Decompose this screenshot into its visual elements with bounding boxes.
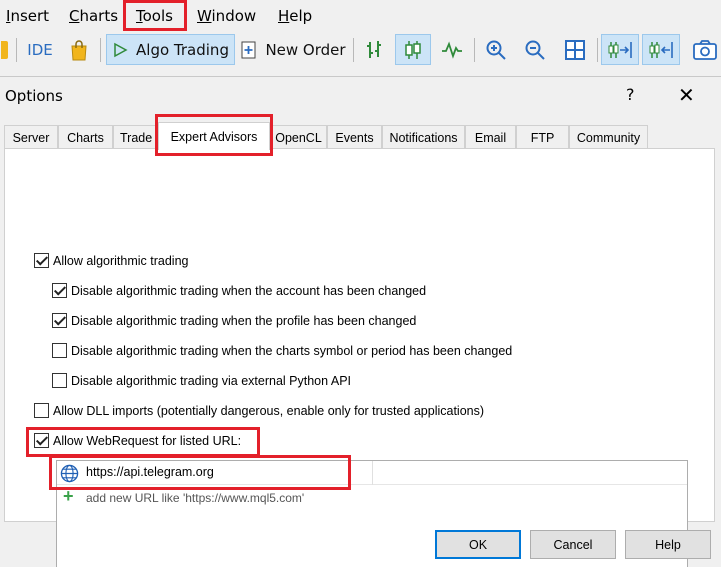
menu-help[interactable]: Help	[278, 7, 312, 25]
market-button[interactable]	[64, 34, 94, 65]
bar-chart-icon	[367, 40, 381, 58]
new-order-label: New Order	[265, 40, 346, 59]
toolbar-separator	[597, 38, 598, 62]
disable-python-api-checkbox[interactable]	[52, 373, 67, 388]
menu-help-mnemonic: H	[278, 7, 290, 25]
menu-tools[interactable]: Tools	[136, 7, 173, 25]
allow-webrequest-option[interactable]: Allow WebRequest for listed URL:	[34, 433, 241, 448]
tab-community[interactable]: Community	[569, 125, 648, 149]
screenshot-button[interactable]	[692, 34, 721, 65]
menu-charts-label: harts	[79, 7, 119, 25]
new-order-button[interactable]: New Order	[239, 34, 347, 65]
toolbar-separator	[474, 38, 475, 62]
menu-window-mnemonic: W	[197, 7, 212, 25]
disable-on-account-change-option[interactable]: Disable algorithmic trading when the acc…	[52, 283, 426, 298]
ide-button[interactable]: IDE	[24, 34, 56, 65]
disable-on-profile-change-option[interactable]: Disable algorithmic trading when the pro…	[52, 313, 416, 328]
ok-button[interactable]: OK	[435, 530, 521, 559]
camera-icon	[693, 39, 717, 60]
allow-webrequest-checkbox[interactable]	[34, 433, 49, 448]
allow-algo-trading-label: Allow algorithmic trading	[53, 253, 189, 268]
chart-shift-button[interactable]	[601, 34, 639, 65]
disable-on-account-change-label: Disable algorithmic trading when the acc…	[71, 283, 427, 298]
dialog-title: Options	[5, 87, 63, 105]
bar-chart-button[interactable]	[358, 34, 390, 65]
disable-python-api-label: Disable algorithmic trading via external…	[71, 373, 352, 388]
tab-notifications[interactable]: Notifications	[382, 125, 465, 149]
tab-opencl[interactable]: OpenCL	[270, 125, 327, 149]
menu-insert[interactable]: Insert	[6, 7, 49, 25]
candlestick-icon	[405, 40, 421, 59]
tile-windows-button[interactable]	[559, 34, 591, 65]
line-chart-icon	[442, 40, 462, 59]
workspace-strip	[0, 68, 721, 76]
tab-expert-advisors[interactable]: Expert Advisors	[158, 122, 270, 150]
disable-on-profile-change-label: Disable algorithmic trading when the pro…	[71, 313, 417, 328]
zoom-out-icon	[525, 40, 545, 60]
menu-bar: Insert Charts Tools Window Help	[0, 0, 721, 32]
disable-python-api-option[interactable]: Disable algorithmic trading via external…	[52, 373, 351, 388]
tab-events[interactable]: Events	[327, 125, 382, 149]
zoom-in-icon	[486, 40, 506, 60]
help-button[interactable]: Help	[625, 530, 711, 559]
menu-charts-mnemonic: C	[69, 7, 80, 25]
options-dialog: Options ? ✕ Server Charts Trade Expert A…	[0, 76, 721, 567]
allow-dll-imports-option[interactable]: Allow DLL imports (potentially dangerous…	[34, 403, 484, 418]
zoom-out-button[interactable]	[520, 34, 550, 65]
allow-dll-imports-label: Allow DLL imports (potentially dangerous…	[53, 403, 485, 418]
tile-windows-icon	[565, 39, 585, 60]
add-url-icon[interactable]: +	[63, 487, 74, 505]
disable-on-account-change-checkbox[interactable]	[52, 283, 67, 298]
menu-tools-label: ools	[142, 7, 173, 25]
zoom-in-button[interactable]	[481, 34, 511, 65]
help-icon[interactable]: ?	[626, 85, 635, 104]
disable-on-symbol-change-checkbox[interactable]	[52, 343, 67, 358]
menu-help-label: elp	[289, 7, 313, 25]
allow-algo-trading-checkbox[interactable]	[34, 253, 49, 268]
disable-on-symbol-change-label: Disable algorithmic trading when the cha…	[71, 343, 513, 358]
menu-window[interactable]: Window	[197, 7, 256, 25]
auto-scroll-button[interactable]	[642, 34, 680, 65]
tab-server[interactable]: Server	[4, 125, 58, 149]
cancel-button[interactable]: Cancel	[530, 530, 616, 559]
algo-trading-label: Algo Trading	[136, 40, 229, 59]
menu-tools-mnemonic: T	[136, 7, 143, 25]
menu-window-label: indow	[211, 7, 257, 25]
tab-email[interactable]: Email	[465, 125, 516, 149]
shopping-bag-icon	[71, 39, 87, 60]
allow-algo-trading-option[interactable]: Allow algorithmic trading	[34, 253, 188, 268]
toolbar: IDE Algo Trading New Order	[0, 32, 721, 68]
url-list-row[interactable]: https://api.telegram.org	[57, 461, 687, 485]
toolbar-separator	[100, 38, 101, 62]
partial-icon	[1, 40, 8, 59]
globe-icon	[60, 464, 79, 483]
toolbar-separator	[16, 38, 17, 62]
tab-charts[interactable]: Charts	[58, 125, 113, 149]
chart-shift-icon	[608, 41, 632, 58]
auto-scroll-icon	[649, 41, 673, 58]
allow-dll-imports-checkbox[interactable]	[34, 403, 49, 418]
toolbar-separator	[353, 38, 354, 62]
url-entry[interactable]: https://api.telegram.org	[86, 465, 214, 479]
toolbar-partial-button[interactable]	[0, 34, 9, 65]
algo-trading-button[interactable]: Algo Trading	[106, 34, 235, 65]
allow-webrequest-label: Allow WebRequest for listed URL:	[53, 433, 242, 448]
new-order-icon	[241, 41, 256, 58]
menu-insert-label: nsert	[10, 7, 50, 25]
tab-ftp[interactable]: FTP	[516, 125, 569, 149]
url-column-divider	[372, 461, 373, 485]
disable-on-profile-change-checkbox[interactable]	[52, 313, 67, 328]
ide-button-label: IDE	[27, 40, 53, 59]
add-url-placeholder[interactable]: add new URL like 'https://www.mql5.com'	[86, 491, 304, 505]
disable-on-symbol-change-option[interactable]: Disable algorithmic trading when the cha…	[52, 343, 512, 358]
candlestick-button[interactable]	[395, 34, 431, 65]
expert-advisors-panel: Allow algorithmic trading Disable algori…	[4, 148, 715, 567]
tab-trade[interactable]: Trade	[113, 125, 159, 149]
line-chart-button[interactable]	[436, 34, 468, 65]
play-icon	[114, 42, 128, 57]
close-icon[interactable]: ✕	[678, 83, 695, 107]
menu-charts[interactable]: Charts	[69, 7, 118, 25]
